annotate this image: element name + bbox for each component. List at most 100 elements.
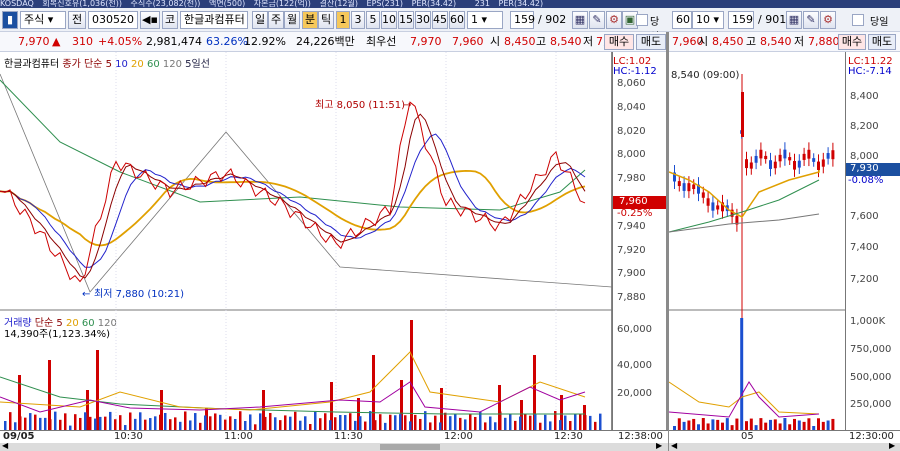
minute-1-button[interactable]: 1 <box>336 11 350 29</box>
chart-settings-icon[interactable]: ⚙ <box>606 11 622 29</box>
right-ytick: 8,000 <box>850 151 879 162</box>
info-item: PER(34.42) <box>411 0 457 8</box>
period-tick-button[interactable]: 틱 <box>318 11 334 29</box>
minute-60-button[interactable]: 60 <box>449 11 465 29</box>
right-grid-icon[interactable]: ▦ <box>786 11 802 29</box>
volume-ytick: 20,000 <box>617 388 652 399</box>
minute-30-button[interactable]: 30 <box>415 11 431 29</box>
candle-body <box>701 192 705 198</box>
low-arrow-icon: ← <box>82 289 90 300</box>
scroll-thumb[interactable] <box>380 444 440 450</box>
daily-chart-panel[interactable]: 8,540 (09:00) <box>669 52 845 430</box>
candle-body <box>745 159 748 169</box>
minute-select[interactable]: 1 ▾ <box>467 11 503 29</box>
right-volume-bar <box>821 421 825 430</box>
sell-button[interactable]: 매도 <box>636 34 666 50</box>
volume-bar <box>194 413 197 430</box>
stock-name-field[interactable]: 한글과컴퓨터 <box>180 11 248 29</box>
minute-10-button[interactable]: 10 <box>381 11 397 29</box>
stock-info-bar: KOSDAQ 회복신호유(1,036(전)) 주식수(23,082(천)) 액면… <box>0 0 900 8</box>
price-chart-panel[interactable]: 한글과컴퓨터 종가 단순 5 10 20 60 120 5일선 거래량 단순 5… <box>0 52 612 430</box>
minute-3-button[interactable]: 3 <box>351 11 365 29</box>
right-tool-icon[interactable]: ✎ <box>803 11 819 29</box>
hc-value: HC:-1.12 <box>613 66 657 77</box>
daily-scrollbar[interactable]: ◀ ▶ <box>669 441 900 451</box>
right-volume-ytick: 250,000 <box>850 399 892 410</box>
volume-bar <box>294 411 297 430</box>
volume-bar <box>354 420 357 430</box>
volume-bar <box>444 412 447 430</box>
volume-bar <box>549 421 552 430</box>
count-input[interactable]: 159 <box>510 11 535 29</box>
volume-bar <box>299 420 302 430</box>
tool-icon[interactable]: ✎ <box>589 11 605 29</box>
daily-scroll-left-icon[interactable]: ◀ <box>671 441 677 450</box>
volume-bar <box>249 414 252 430</box>
right-sell-button[interactable]: 매도 <box>868 34 896 50</box>
volume-bar <box>184 411 187 430</box>
minute-5-button[interactable]: 5 <box>366 11 380 29</box>
volume-bar <box>589 415 592 430</box>
grid-icon[interactable]: ▦ <box>572 11 588 29</box>
price-volume-svg: 최고 8,050 (11:51)→ ← 최저 7,880 (10:21) <box>0 52 612 430</box>
volume-bar <box>79 417 82 430</box>
volume-bar <box>219 414 222 430</box>
candle-body <box>769 160 772 169</box>
ko-button[interactable]: 코 <box>162 11 178 29</box>
scroll-left-icon[interactable]: ◀ <box>2 441 8 450</box>
volume-bar <box>404 415 407 430</box>
right-count-select[interactable]: 10 ▾ <box>692 11 724 29</box>
right-count-input[interactable]: 159 <box>728 11 754 29</box>
right-low-price: 7,880 <box>808 35 840 48</box>
volume-bar <box>96 350 99 430</box>
minute-45-button[interactable]: 45 <box>432 11 448 29</box>
scroll-right-icon[interactable]: ▶ <box>656 441 662 450</box>
minute-15-button[interactable]: 15 <box>398 11 414 29</box>
volume-bar <box>474 416 477 430</box>
right-period-select[interactable]: 60 <box>672 11 692 29</box>
volume-bar <box>534 413 537 430</box>
jeon-button[interactable]: 전 <box>68 11 86 29</box>
volume-bar <box>284 415 287 430</box>
chart-scrollbar[interactable]: ◀ ▶ <box>0 441 668 451</box>
right-volume-bar <box>682 421 686 430</box>
candle-body <box>677 181 681 187</box>
right-today-checkbox[interactable] <box>852 14 864 26</box>
volume-bar <box>159 414 162 430</box>
volume-bar <box>54 411 57 430</box>
right-volume-bar <box>692 418 696 430</box>
volume-bar <box>324 413 327 430</box>
volume-bar <box>529 415 532 430</box>
volume-bar <box>594 421 597 430</box>
period-week-button[interactable]: 주 <box>268 11 284 29</box>
right-volume-bar <box>802 421 806 430</box>
volume-bar <box>169 419 172 430</box>
right-ma120-line <box>669 213 820 233</box>
right-buy-button[interactable]: 매수 <box>838 34 866 50</box>
right-quote-bar: 7,960 시 8,450 고 8,540 저 7,880 매수 매도 <box>668 32 900 52</box>
candle-body <box>778 154 782 162</box>
volume-bar <box>544 414 547 430</box>
volume-bar <box>244 420 247 430</box>
chart-menu-icon[interactable]: ▮ <box>2 11 18 29</box>
today-checkbox[interactable] <box>636 14 648 26</box>
volume-bar <box>264 416 267 430</box>
type-select[interactable]: 주식 ▾ <box>20 11 66 29</box>
volume-bar <box>164 412 167 430</box>
ratio-2: 12.92% <box>244 35 286 48</box>
candle-body <box>773 161 777 169</box>
daily-scroll-right-icon[interactable]: ▶ <box>889 441 895 450</box>
right-chart-settings-icon[interactable]: ⚙ <box>820 11 836 29</box>
speaker-icon[interactable]: ◀▪ <box>140 11 160 29</box>
period-minute-button[interactable]: 분 <box>302 11 318 29</box>
code-input[interactable]: 030520 <box>88 11 138 29</box>
low-label: 저 <box>583 35 594 48</box>
volume-bar <box>359 416 362 430</box>
right-volume-bar <box>721 422 724 430</box>
info-item: 회복신호유(1,036(전)) <box>42 0 122 8</box>
period-day-button[interactable]: 일 <box>252 11 268 29</box>
volume-bar <box>399 414 402 430</box>
buy-button[interactable]: 매수 <box>604 34 634 50</box>
period-month-button[interactable]: 월 <box>284 11 300 29</box>
volume-bar <box>374 420 377 430</box>
